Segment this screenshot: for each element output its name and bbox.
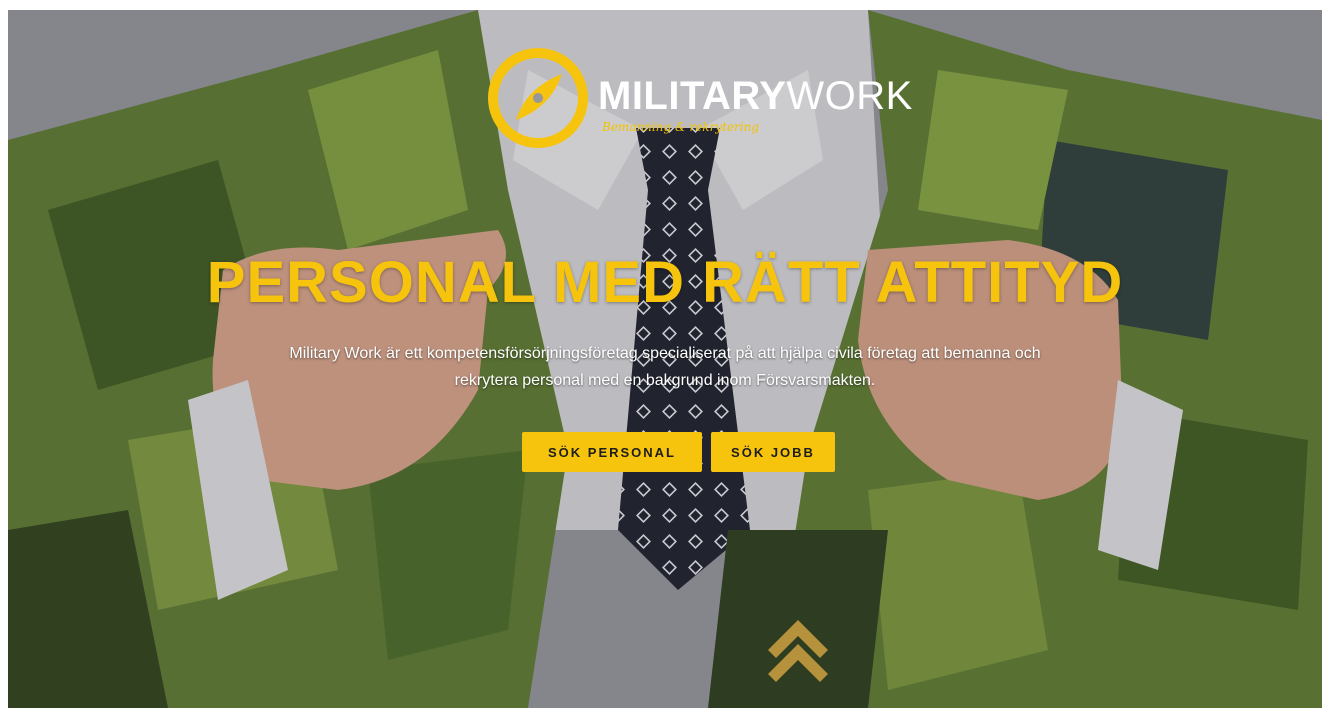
brand-name-light: WORK bbox=[786, 74, 913, 118]
compass-icon bbox=[488, 48, 588, 148]
search-jobs-button[interactable]: SÖK JOBB bbox=[711, 432, 835, 472]
brand-wordmark: MILITARYWORK bbox=[598, 76, 913, 116]
brand-logo[interactable]: MILITARYWORK Bemanning & rekrytering bbox=[486, 46, 912, 150]
brand-name-bold: MILITARY bbox=[598, 74, 787, 118]
hero-headline: PERSONAL MED RÄTT ATTITYD bbox=[206, 250, 1124, 315]
hero-lead-text: Military Work är ett kompetensförsörjnin… bbox=[289, 345, 1041, 389]
hero-section: MILITARYWORK Bemanning & rekrytering PER… bbox=[8, 10, 1322, 708]
brand-tagline: Bemanning & rekrytering bbox=[602, 120, 760, 134]
search-staff-button[interactable]: SÖK PERSONAL bbox=[522, 432, 702, 472]
